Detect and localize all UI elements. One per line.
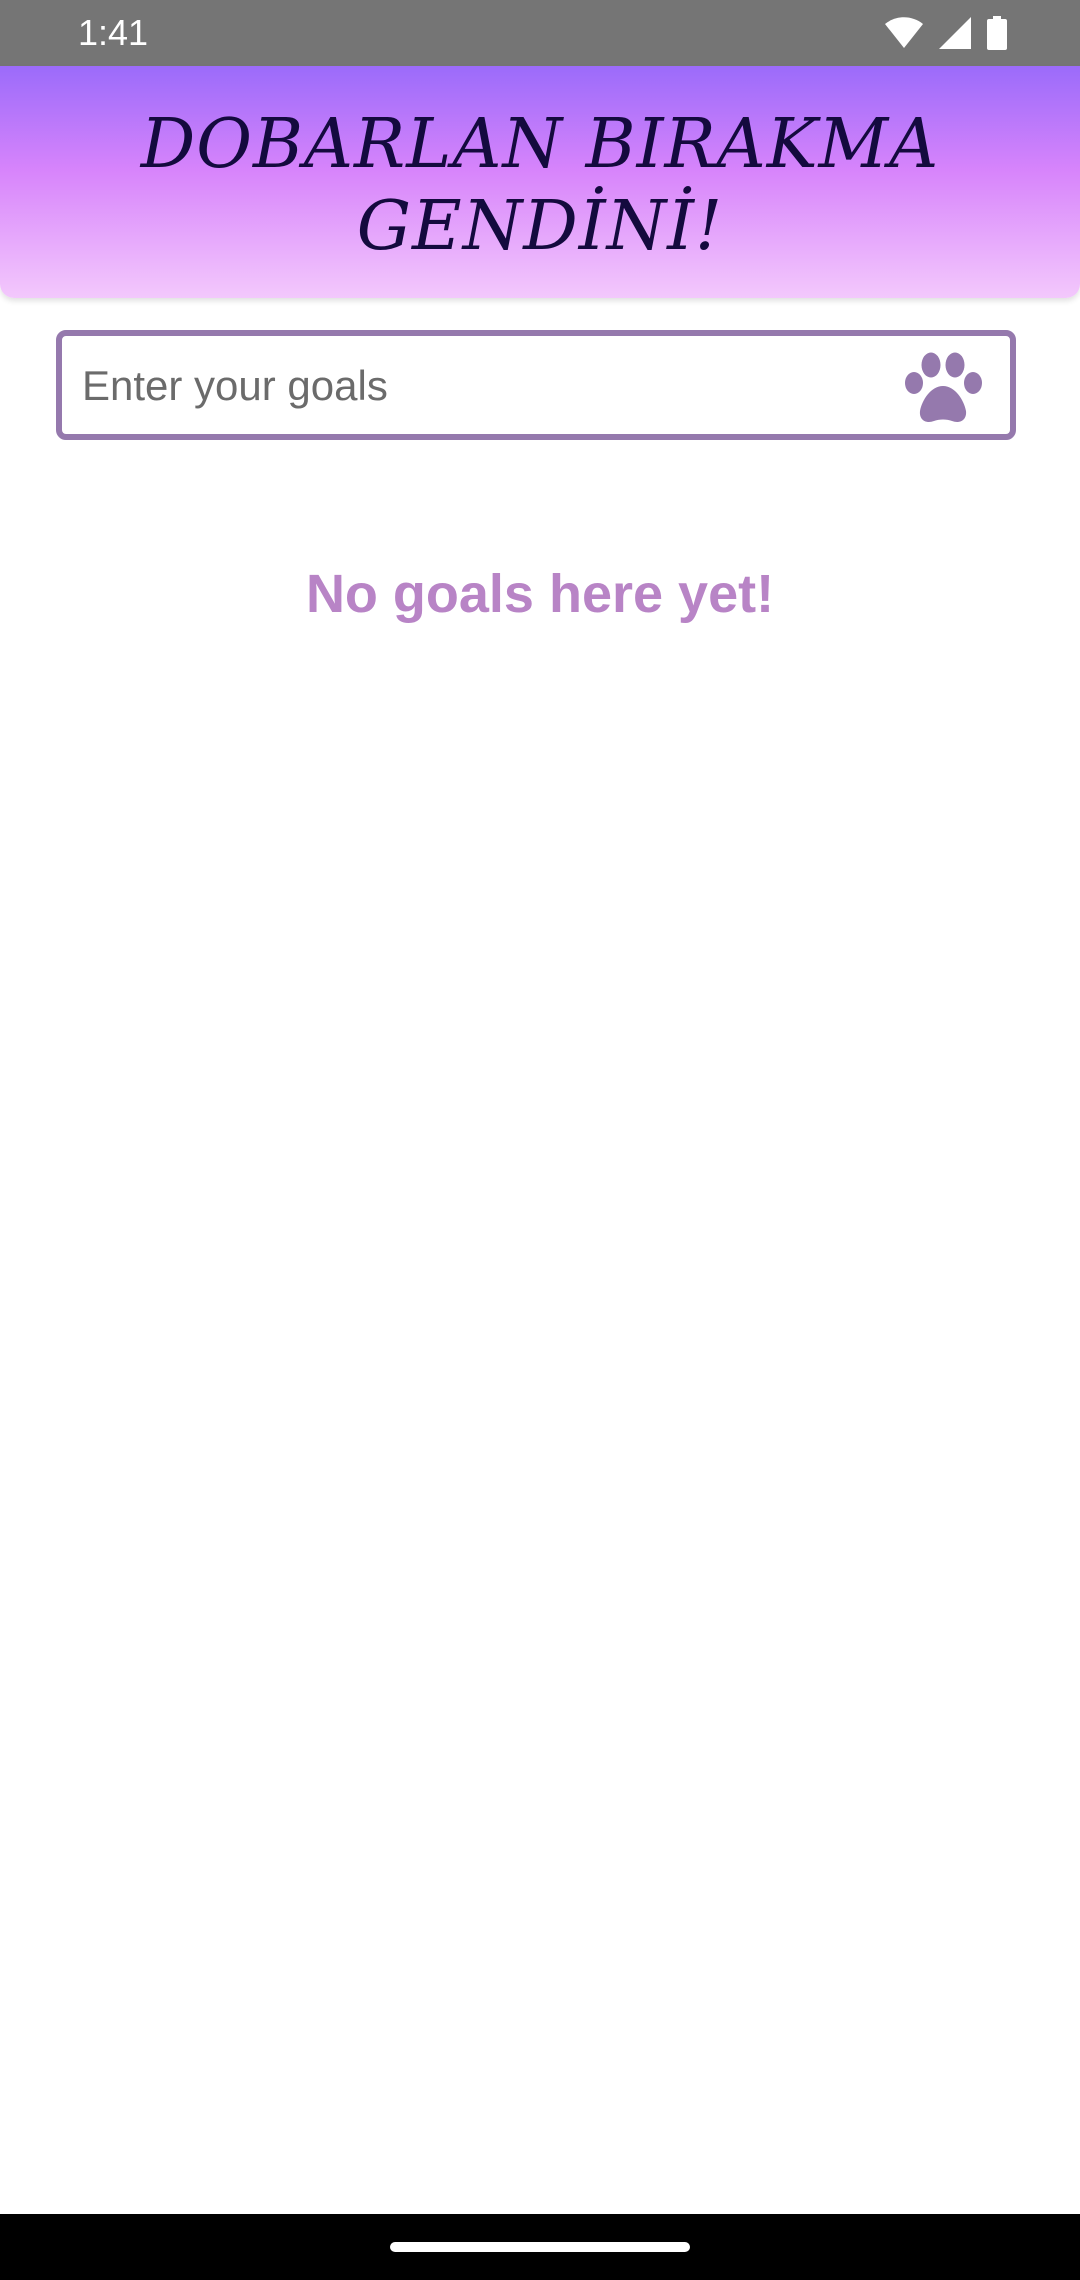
empty-goals-message: No goals here yet! <box>305 564 775 624</box>
goal-input[interactable] <box>80 346 864 426</box>
home-gesture-handle[interactable] <box>390 2242 690 2252</box>
status-icons <box>884 16 1008 50</box>
app-title-line2: GENDİNİ! <box>356 187 724 266</box>
app-header: DOBARLAN BIRAKMA GENDİNİ! <box>0 66 1080 298</box>
paw-icon <box>905 352 982 422</box>
goal-input-container <box>56 330 1016 440</box>
wifi-icon <box>885 17 923 48</box>
cellular-signal-icon <box>939 17 971 49</box>
navigation-bar <box>0 2214 1080 2280</box>
status-bar: 1:41 <box>0 0 1080 66</box>
status-time: 1:41 <box>78 12 149 53</box>
app-title-line1: DOBARLAN BIRAKMA <box>140 105 940 184</box>
battery-icon <box>987 16 1007 50</box>
add-goal-button[interactable] <box>904 350 986 426</box>
app-title: DOBARLAN BIRAKMA GENDİNİ! <box>0 104 1080 268</box>
